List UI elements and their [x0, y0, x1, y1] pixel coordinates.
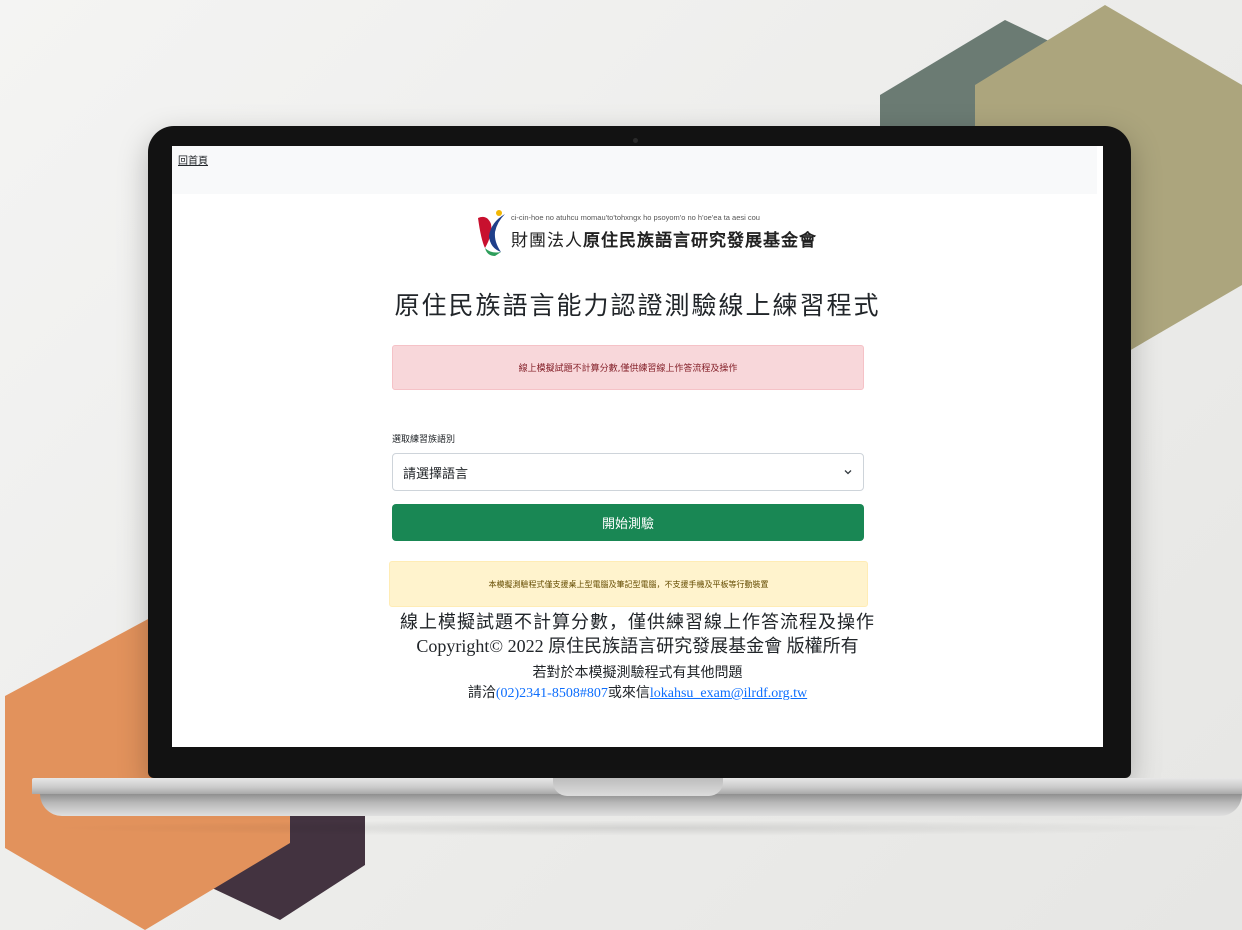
language-select-label: 選取練習族語別 — [392, 435, 456, 445]
logo-foundation-name: 原住民族語言研究發展基金會 — [583, 231, 817, 251]
laptop-base-bottom — [40, 794, 1242, 816]
laptop-shadow — [40, 820, 1242, 836]
device-warning-alert: 本模擬測驗程式僅支援桌上型電腦及筆記型電腦，不支援手機及平板等行動裝置 — [389, 561, 868, 607]
page-title: 原住民族語言能力認證測驗線上練習程式 — [394, 291, 881, 320]
contact-mid: 或來信 — [607, 686, 650, 701]
footer-copyright: Copyright© 2022 原住民族語言研究發展基金會 版權所有 — [416, 636, 859, 656]
footer-question: 若對於本模擬測驗程式有其他問題 — [532, 665, 743, 681]
start-test-label: 開始測驗 — [601, 517, 654, 532]
language-select[interactable]: 請選擇語言 — [392, 453, 864, 491]
notice-alert: 線上模擬試題不計算分數,僅供練習線上作答流程及操作 — [392, 345, 864, 390]
logo-prefix: 財團法人 — [511, 231, 583, 251]
laptop-screen: 回首頁 ci-cin-hoe no atuhcu momau'to'tohxng… — [172, 146, 1103, 747]
webcam — [633, 138, 638, 143]
footer-disclaimer: 線上模擬試題不計算分數，僅供練習線上作答流程及操作 — [400, 612, 875, 633]
start-test-button[interactable]: 開始測驗 — [392, 504, 864, 541]
contact-phone: (02)2341-8508#807 — [495, 686, 608, 701]
contact-prefix: 請洽 — [467, 686, 496, 701]
device-warning-text: 本模擬測驗程式僅支援桌上型電腦及筆記型電腦，不支援手機及平板等行動裝置 — [488, 579, 769, 589]
footer-contact: 請洽(02)2341-8508#807或來信lokahsu_exam@ilrdf… — [172, 684, 1103, 704]
home-link[interactable]: 回首頁 — [178, 152, 208, 167]
laptop-notch — [553, 778, 723, 796]
logo-subtitle: ci-cin-hoe no atuhcu momau'to'tohxngx ho… — [511, 213, 760, 222]
logo-name: 財團法人原住民族語言研究發展基金會 — [511, 226, 817, 251]
footer: 線上模擬試題不計算分數，僅供練習線上作答流程及操作 Copyright© 202… — [172, 612, 1103, 704]
chevron-down-icon — [844, 470, 852, 475]
language-select-value: 請選擇語言 — [403, 466, 469, 482]
contact-email-link[interactable]: lokahsu_exam@ilrdf.org.tw — [650, 686, 807, 701]
ilrdf-logo-icon — [478, 210, 505, 256]
notice-text: 線上模擬試題不計算分數,僅供練習線上作答流程及操作 — [518, 364, 738, 374]
top-navbar: 回首頁 — [172, 146, 1097, 194]
foundation-logo: ci-cin-hoe no atuhcu momau'to'tohxngx ho… — [475, 208, 817, 258]
